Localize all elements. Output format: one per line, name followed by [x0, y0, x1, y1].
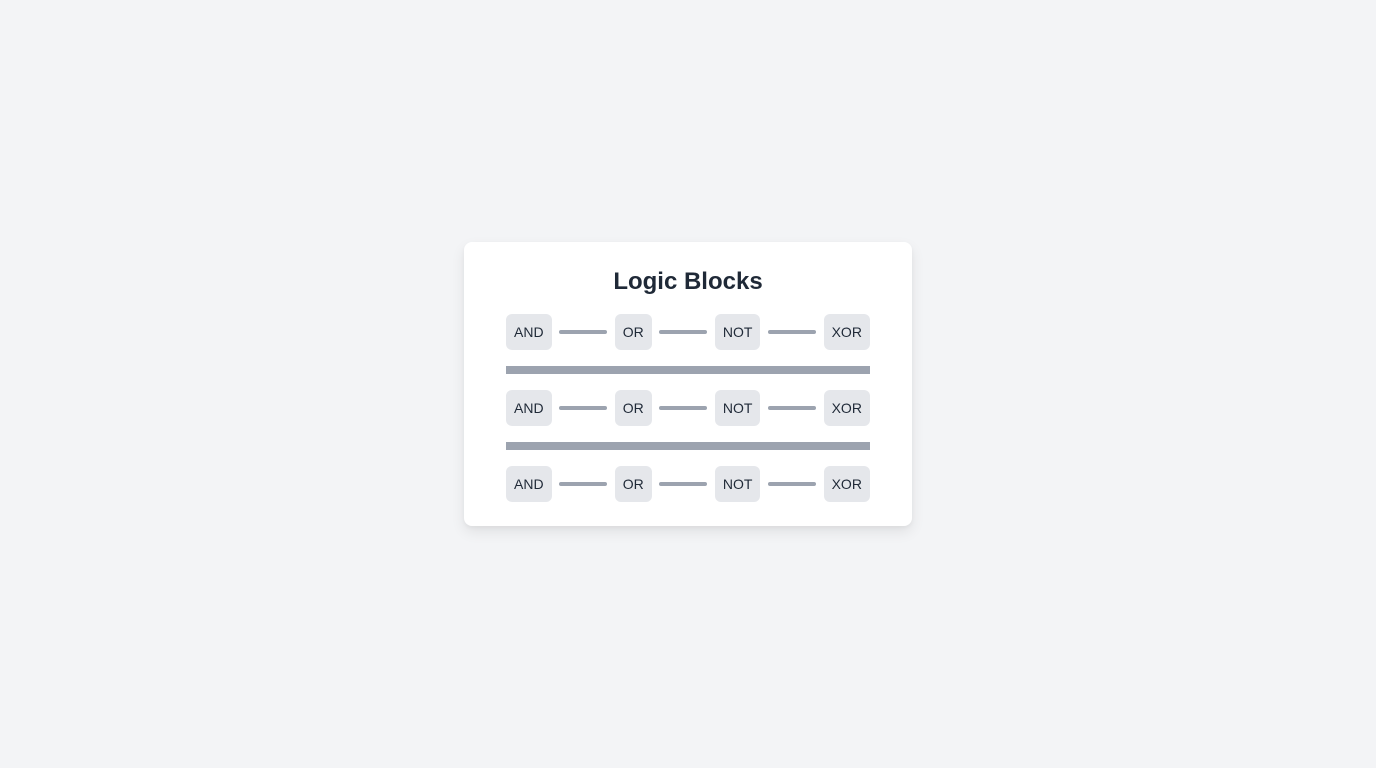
- wire-connector: [659, 330, 708, 334]
- wire-connector: [559, 330, 608, 334]
- not-block[interactable]: NOT: [714, 390, 761, 426]
- xor-block[interactable]: XOR: [823, 314, 870, 350]
- wire-connector: [768, 482, 817, 486]
- bus-line: [506, 442, 870, 450]
- xor-block[interactable]: XOR: [823, 390, 870, 426]
- or-block[interactable]: OR: [614, 314, 652, 350]
- wire-connector: [559, 406, 608, 410]
- not-block[interactable]: NOT: [714, 314, 761, 350]
- and-block[interactable]: AND: [506, 390, 552, 426]
- wire-connector: [659, 482, 708, 486]
- or-block[interactable]: OR: [614, 390, 652, 426]
- or-block[interactable]: OR: [614, 466, 652, 502]
- and-block[interactable]: AND: [506, 314, 552, 350]
- wire-connector: [559, 482, 608, 486]
- wire-connector: [768, 330, 817, 334]
- logic-blocks-card: Logic Blocks AND OR NOT XOR AND OR NOT X…: [464, 242, 912, 526]
- not-block[interactable]: NOT: [714, 466, 761, 502]
- logic-row-1: AND OR NOT XOR: [506, 314, 870, 350]
- page: Logic Blocks AND OR NOT XOR AND OR NOT X…: [0, 0, 1376, 768]
- wire-connector: [659, 406, 708, 410]
- xor-block[interactable]: XOR: [823, 466, 870, 502]
- bus-line: [506, 366, 870, 374]
- logic-row-3: AND OR NOT XOR: [506, 466, 870, 502]
- logic-row-2: AND OR NOT XOR: [506, 390, 870, 426]
- card-title: Logic Blocks: [613, 268, 763, 295]
- wire-connector: [768, 406, 817, 410]
- and-block[interactable]: AND: [506, 466, 552, 502]
